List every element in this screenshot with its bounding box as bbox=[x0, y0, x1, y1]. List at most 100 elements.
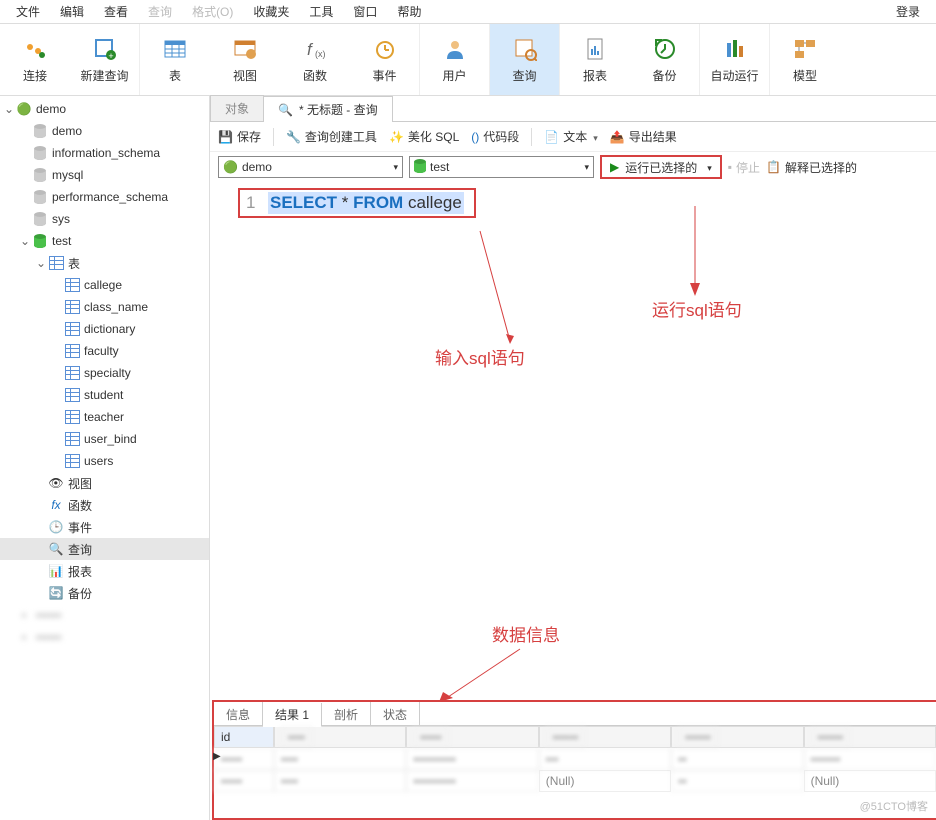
table-cell[interactable]: ▪▪▪▪▪▪▪ bbox=[804, 748, 936, 770]
menu-file[interactable]: 文件 bbox=[6, 0, 50, 24]
model-icon bbox=[791, 35, 819, 63]
menu-tools[interactable]: 工具 bbox=[299, 0, 343, 24]
connection-node[interactable]: ⌄🟢demo bbox=[0, 98, 209, 120]
tool-view[interactable]: 视图 bbox=[210, 24, 280, 95]
table-cell[interactable]: (Null) bbox=[539, 770, 671, 792]
column-header[interactable]: ▪▪▪▪ bbox=[274, 726, 406, 748]
result-tab-profile[interactable]: 剖析 bbox=[322, 702, 371, 726]
sql-editor[interactable]: 1 SELECT * FROM callege bbox=[238, 188, 476, 218]
events-folder[interactable]: 🕒事件 bbox=[0, 516, 209, 538]
table-cell[interactable]: ▪▪▪▪▪ bbox=[214, 770, 274, 792]
menu-favorites[interactable]: 收藏夹 bbox=[243, 0, 299, 24]
tool-table[interactable]: 表 bbox=[140, 24, 210, 95]
connection-select-icon: 🟢 bbox=[223, 160, 238, 174]
table-cell[interactable]: ▪▪▪▪▪▪▪▪▪▪ bbox=[406, 748, 538, 770]
beautify-button[interactable]: ✨美化 SQL bbox=[389, 128, 459, 145]
login-link[interactable]: 登录 bbox=[886, 0, 930, 24]
table-node[interactable]: class_name bbox=[0, 296, 209, 318]
table-cell[interactable]: ▪▪▪▪ bbox=[274, 748, 406, 770]
watermark: @51CTO博客 bbox=[860, 798, 928, 814]
table-cell[interactable]: ▪▪▪▪ bbox=[274, 770, 406, 792]
table-node[interactable]: teacher bbox=[0, 406, 209, 428]
column-header[interactable]: ▪▪▪▪▪▪ bbox=[671, 726, 803, 748]
table-cell[interactable]: ▪▪▪ bbox=[539, 748, 671, 770]
table-node[interactable]: student bbox=[0, 384, 209, 406]
menu-window[interactable]: 窗口 bbox=[343, 0, 387, 24]
autorun-icon bbox=[721, 35, 749, 63]
function-folder-icon: fx bbox=[48, 497, 64, 513]
backup-folder[interactable]: 🔄备份 bbox=[0, 582, 209, 604]
tool-autorun[interactable]: 自动运行 bbox=[700, 24, 770, 95]
chevron-down-icon: ▾ bbox=[584, 162, 589, 173]
query-builder-button[interactable]: 🔧查询创建工具 bbox=[286, 128, 377, 145]
db-node[interactable]: mysql bbox=[0, 164, 209, 186]
result-tab-status[interactable]: 状态 bbox=[371, 702, 420, 726]
menu-view[interactable]: 查看 bbox=[94, 0, 138, 24]
table-icon bbox=[64, 453, 80, 469]
main-toolbar: 连接 + 新建查询 表 视图 f(x) 函数 事件 用户 查询 报表 备份 自动… bbox=[0, 24, 936, 96]
tab-query-editor[interactable]: 🔍 * 无标题 - 查询 bbox=[263, 96, 393, 122]
tool-query[interactable]: 查询 bbox=[490, 24, 560, 95]
tool-event[interactable]: 事件 bbox=[350, 24, 420, 95]
table-node[interactable]: faculty bbox=[0, 340, 209, 362]
menu-help[interactable]: 帮助 bbox=[387, 0, 431, 24]
menu-format[interactable]: 格式(O) bbox=[182, 0, 243, 24]
db-node[interactable]: demo bbox=[0, 120, 209, 142]
tool-user[interactable]: 用户 bbox=[420, 24, 490, 95]
database-select[interactable]: test ▾ bbox=[409, 156, 594, 178]
menu-query[interactable]: 查询 bbox=[138, 0, 182, 24]
table-node[interactable]: user_bind bbox=[0, 428, 209, 450]
tables-folder[interactable]: ⌄表 bbox=[0, 252, 209, 274]
code-snippet-button[interactable]: ()代码段 bbox=[471, 128, 519, 145]
database-icon bbox=[32, 167, 48, 183]
result-tab-result1[interactable]: 结果 1 bbox=[263, 703, 322, 727]
column-header[interactable]: ▪▪▪▪▪▪ bbox=[539, 726, 671, 748]
table-cell[interactable]: ▪▪ bbox=[671, 770, 803, 792]
text-button[interactable]: 📄文本 bbox=[544, 128, 598, 145]
reports-folder[interactable]: 📊报表 bbox=[0, 560, 209, 582]
tool-backup[interactable]: 备份 bbox=[630, 24, 700, 95]
tool-backup-label: 备份 bbox=[652, 67, 676, 84]
view-icon bbox=[231, 35, 259, 63]
table-cell[interactable]: ▪▪▪▪▪ bbox=[214, 748, 274, 770]
backup-icon bbox=[651, 35, 679, 63]
play-icon: ▶ bbox=[610, 160, 619, 174]
column-header[interactable]: ▪▪▪▪▪▪ bbox=[804, 726, 936, 748]
connection-select[interactable]: 🟢 demo ▾ bbox=[218, 156, 403, 178]
save-button[interactable]: 💾保存 bbox=[218, 128, 261, 145]
tool-report[interactable]: 报表 bbox=[560, 24, 630, 95]
table-node[interactable]: specialty bbox=[0, 362, 209, 384]
database-icon bbox=[32, 211, 48, 227]
table-cell[interactable]: (Null) bbox=[804, 770, 936, 792]
table-node[interactable]: users bbox=[0, 450, 209, 472]
table-node[interactable]: callege bbox=[0, 274, 209, 296]
db-node[interactable]: sys bbox=[0, 208, 209, 230]
clock-icon bbox=[371, 35, 399, 63]
menu-edit[interactable]: 编辑 bbox=[50, 0, 94, 24]
tool-new-query[interactable]: + 新建查询 bbox=[70, 24, 140, 95]
db-node[interactable]: information_schema bbox=[0, 142, 209, 164]
explain-button[interactable]: 📋解释已选择的 bbox=[766, 159, 857, 176]
views-folder[interactable]: 👁视图 bbox=[0, 472, 209, 494]
db-node-active[interactable]: ⌄test bbox=[0, 230, 209, 252]
column-header[interactable]: ▪▪▪▪▪ bbox=[406, 726, 538, 748]
svg-text:(x): (x) bbox=[315, 49, 326, 59]
tool-function[interactable]: f(x) 函数 bbox=[280, 24, 350, 95]
tab-objects[interactable]: 对象 bbox=[210, 95, 264, 121]
column-header[interactable]: id bbox=[214, 726, 274, 748]
result-tab-info[interactable]: 信息 bbox=[214, 702, 263, 726]
tool-connect[interactable]: 连接 bbox=[0, 24, 70, 95]
table-cell[interactable]: ▪▪▪▪▪▪▪▪▪▪ bbox=[406, 770, 538, 792]
db-node[interactable]: performance_schema bbox=[0, 186, 209, 208]
tool-model[interactable]: 模型 bbox=[770, 24, 840, 95]
funcs-folder[interactable]: fx函数 bbox=[0, 494, 209, 516]
run-selected-button[interactable]: ▶ 运行已选择的 bbox=[600, 155, 722, 179]
table-node[interactable]: dictionary bbox=[0, 318, 209, 340]
table-cell[interactable]: ▪▪ bbox=[671, 748, 803, 770]
export-button[interactable]: 📤导出结果 bbox=[610, 128, 677, 145]
query-folder[interactable]: 🔍查询 bbox=[0, 538, 209, 560]
menubar: 文件 编辑 查看 查询 格式(O) 收藏夹 工具 窗口 帮助 登录 bbox=[0, 0, 936, 24]
table-icon bbox=[64, 409, 80, 425]
explain-icon: 📋 bbox=[766, 160, 781, 174]
results-panel: 信息 结果 1 剖析 状态 id ▪▪▪▪ ▪▪▪▪▪ ▪▪▪▪▪▪ ▪▪▪▪▪… bbox=[212, 700, 936, 820]
